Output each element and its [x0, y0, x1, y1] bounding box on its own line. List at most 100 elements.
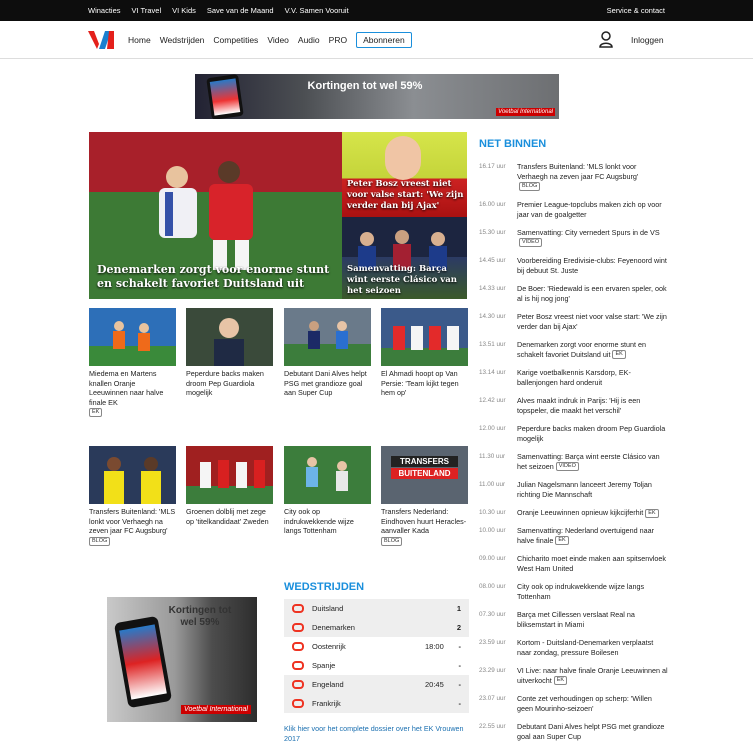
wedstrijden-heading: WEDSTRIJDEN [284, 581, 365, 593]
news-title: Kortom - Duitsland-Denemarken verplaatst… [517, 638, 654, 657]
news-time: 14.33 uur [479, 285, 506, 292]
article-card[interactable]: Debutant Dani Alves helpt PSG met grandi… [284, 308, 371, 398]
hero-top-article[interactable]: Peter Bosz vreest niet voor valse start:… [342, 132, 467, 217]
nav-item-wedstrijden[interactable]: Wedstrijden [160, 35, 205, 45]
news-title: VI Live: naar halve finale Oranje Leeuwi… [517, 666, 668, 685]
article-thumbnail [381, 308, 468, 366]
article-card[interactable]: TRANSFERS BUITENLAND Transfers Nederland… [381, 446, 468, 546]
user-icon[interactable] [599, 31, 613, 48]
utility-link-winacties[interactable]: Winacties [88, 6, 121, 15]
subscribe-button[interactable]: Abonneren [356, 32, 412, 48]
nav-item-home[interactable]: Home [128, 35, 151, 45]
news-tag: VIDEO [519, 238, 543, 248]
news-tag: VIDEO [555, 462, 579, 472]
news-time: 23.07 uur [479, 695, 506, 702]
news-title: Samenvatting: Nederland overtuigend naar… [517, 526, 655, 545]
news-title: Denemarken zorgt voor enorme stunt en sc… [517, 340, 647, 359]
article-card[interactable]: Miedema en Martens knallen Oranje Leeuwi… [89, 308, 176, 418]
nav-item-audio[interactable]: Audio [298, 35, 320, 45]
match-row[interactable]: Duitsland 1 Denemarken 2 [284, 599, 469, 637]
news-title: Peter Bosz vreest niet voor valse start:… [517, 312, 667, 331]
news-title: Debutant Dani Alves helpt PSG met grandi… [517, 722, 665, 741]
article-title: Transfers Buitenland: 'MLS lonkt voor Ve… [89, 507, 176, 536]
competition-logo-icon [292, 680, 304, 689]
article-card[interactable]: El Ahmadi hoopt op Van Persie: 'Team kij… [381, 308, 468, 398]
news-title: Conte zet verhoudingen op scherp: 'Wille… [517, 694, 652, 713]
phone-image [113, 615, 173, 709]
article-card[interactable]: Peperdure backs maken droom Pep Guardiol… [186, 308, 273, 398]
home-score: - [458, 680, 462, 689]
article-title: El Ahmadi hoopt op Van Persie: 'Team kij… [381, 369, 459, 398]
utility-link-save[interactable]: Save van de Maand [207, 6, 274, 15]
news-time: 13.14 uur [479, 369, 506, 376]
nav-item-video[interactable]: Video [267, 35, 289, 45]
vi-logo-icon[interactable] [88, 31, 114, 49]
article-title: Debutant Dani Alves helpt PSG met grandi… [284, 369, 367, 398]
news-time: 07.30 uur [479, 611, 506, 618]
ek-dossier-link[interactable]: Klik hier voor het complete dossier over… [284, 724, 474, 744]
top-utility-bar: Winacties VI Travel VI Kids Save van de … [0, 0, 753, 21]
transfers-label-2: BUITENLAND [391, 468, 458, 479]
article-title: Peperdure backs maken droom Pep Guardiol… [186, 369, 264, 398]
sidebar-ad-brand: Voetbal International [181, 705, 251, 714]
article-thumbnail [186, 308, 273, 366]
home-score: 1 [456, 604, 461, 613]
article-thumbnail [284, 308, 371, 366]
utility-link-samen-vooruit[interactable]: V.V. Samen Vooruit [285, 6, 349, 15]
news-title: Premier League-topclubs maken zich op vo… [517, 200, 662, 219]
news-title: Julian Nagelsmann lanceert Jeremy Toljan… [517, 480, 652, 499]
news-time: 22.55 uur [479, 723, 506, 730]
transfers-label-1: TRANSFERS [391, 456, 458, 467]
news-title: Alves maakt indruk in Parijs: 'Hij is ee… [517, 396, 641, 415]
away-team: Spanje [312, 661, 336, 670]
transfers-thumbnail: TRANSFERS BUITENLAND [381, 446, 468, 504]
article-thumbnail [89, 446, 176, 504]
news-title: Samenvatting: Barça wint eerste Clásico … [517, 452, 660, 471]
away-team: Denemarken [312, 623, 355, 632]
match-time: 20:45 [425, 680, 444, 689]
news-time: 10.30 uur [479, 509, 506, 516]
hero-bottom-article[interactable]: Samenvatting: Barça wint eerste Clásico … [342, 217, 467, 299]
news-time: 09.00 uur [479, 555, 506, 562]
article-title: City ook op indrukwekkende wijze langs T… [284, 507, 354, 536]
nav-item-competities[interactable]: Competities [213, 35, 258, 45]
news-title: Samenvatting: City vernedert Spurs in de… [517, 228, 660, 237]
news-tag: BLOG [519, 182, 541, 192]
article-thumbnail [284, 446, 371, 504]
article-card[interactable]: Groenen dolblij met zege op 'titelkandid… [186, 446, 273, 526]
news-time: 11.00 uur [479, 481, 506, 488]
article-title: Transfers Nederland: Eindhoven huurt Her… [381, 507, 467, 536]
news-tag: EK [645, 508, 659, 518]
hero-main-title: Denemarken zorgt voor enorme stunt en sc… [97, 263, 330, 290]
utility-link-kids[interactable]: VI Kids [172, 6, 196, 15]
matches-table: Duitsland 1 Denemarken 2 Oostenrijk 18:0… [284, 599, 469, 713]
nav-menu: Home Wedstrijden Competities Video Audio… [128, 21, 421, 59]
article-card[interactable]: City ook op indrukwekkende wijze langs T… [284, 446, 371, 536]
news-time: 13.51 uur [479, 341, 506, 348]
news-title: Voorbereiding Eredivisie-clubs: Feyenoor… [517, 256, 667, 275]
sidebar-ad[interactable]: Kortingen tot wel 59% Voetbal Internatio… [107, 597, 257, 722]
login-link[interactable]: Inloggen [631, 21, 664, 59]
news-time: 14.30 uur [479, 313, 506, 320]
match-row[interactable]: Engeland 20:45 - Frankrijk - [284, 675, 469, 713]
service-contact-link[interactable]: Service & contact [607, 0, 665, 21]
hero-main-article[interactable]: Denemarken zorgt voor enorme stunt en sc… [89, 132, 342, 299]
article-thumbnail [186, 446, 273, 504]
nav-item-pro[interactable]: PRO [329, 35, 347, 45]
banner-ad[interactable]: Kortingen tot wel 59% Voetbal Internatio… [195, 74, 559, 119]
article-tag-blog: BLOG [381, 536, 403, 546]
away-team: Frankrijk [312, 699, 341, 708]
news-time: 12.00 uur [479, 425, 506, 432]
away-score: - [458, 661, 462, 670]
news-time: 15.30 uur [479, 229, 506, 236]
news-title: Chicharito moet einde maken aan spitsenv… [517, 554, 667, 573]
competition-logo-icon [292, 699, 304, 708]
match-row[interactable]: Oostenrijk 18:00 - Spanje - [284, 637, 469, 675]
news-time: 10.00 uur [479, 527, 506, 534]
utility-link-travel[interactable]: VI Travel [132, 6, 162, 15]
sidebar-ad-text: Kortingen tot wel 59% [168, 605, 232, 628]
match-time: 18:00 [425, 642, 444, 651]
article-card[interactable]: Transfers Buitenland: 'MLS lonkt voor Ve… [89, 446, 176, 546]
net-binnen-heading: NET BINNEN [479, 138, 547, 150]
news-time: 14.45 uur [479, 257, 506, 264]
